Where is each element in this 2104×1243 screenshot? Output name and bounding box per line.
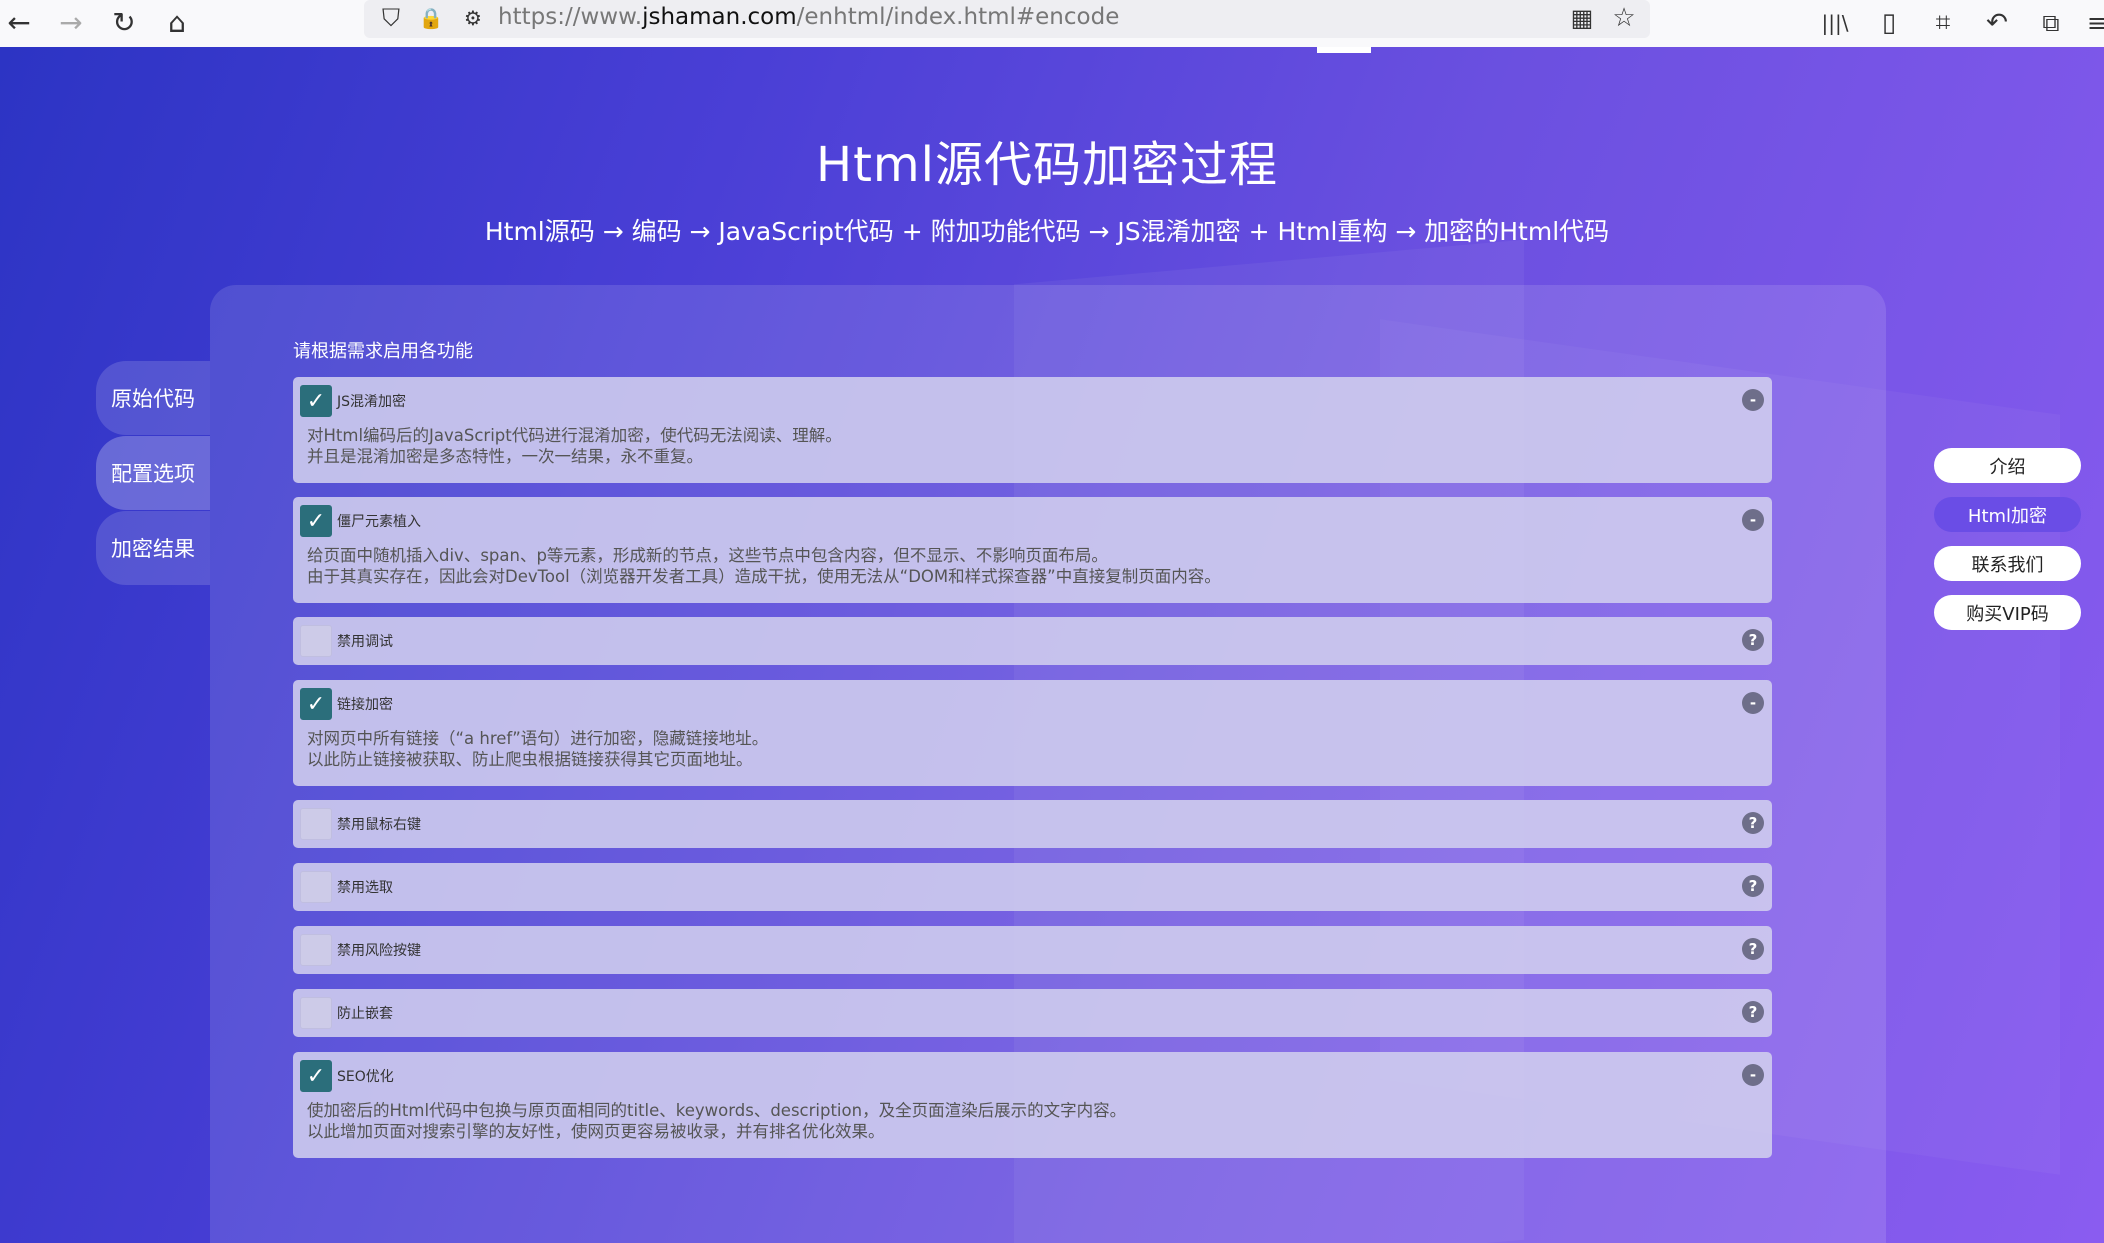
panel-label: 请根据需求启用各功能 [293,341,473,362]
option-name: 链接加密 [337,697,393,713]
bookmark-star-icon[interactable]: ☆ [1607,1,1641,35]
nav-contact[interactable]: 联系我们 [1934,546,2081,581]
option-disable-select: 禁用选取 ? [293,863,1772,911]
option-seo: ✓ SEO优化 使加密后的Html代码中包换与原页面相同的title、keywo… [293,1052,1772,1158]
lock-icon[interactable]: 🔒 [414,1,448,35]
browser-toolbar: ← → ↻ ⌂ ⛉ 🔒 ⚙ https://www.jshaman.com/en… [0,0,2104,48]
collapse-icon[interactable]: - [1742,509,1764,531]
home-icon[interactable]: ⌂ [160,6,194,40]
extensions-icon[interactable]: ⧉ [2034,6,2068,40]
check-icon: ✓ [306,508,326,534]
menu-icon[interactable]: ≡ [2080,6,2104,40]
library-icon[interactable]: |||\ [1818,6,1852,40]
option-name: SEO优化 [337,1069,394,1085]
page-subtitle: Html源码 → 编码 → JavaScript代码 + 附加功能代码 → JS… [484,217,1610,246]
undo-icon[interactable]: ↶ [1980,6,2014,40]
option-name: 禁用风险按键 [337,943,421,959]
option-disable-debug: 禁用调试 ? [293,617,1772,665]
check-icon: ✓ [306,691,326,717]
option-checkbox[interactable] [300,808,332,840]
nav-html-encrypt[interactable]: Html加密 [1934,497,2081,532]
page-title: Html源代码加密过程 [815,137,1278,193]
option-zombie-elements: ✓ 僵尸元素植入 给页面中随机插入div、span、p等元素，形成新的节点，这些… [293,497,1772,603]
option-name: 禁用选取 [337,880,393,896]
shield-icon[interactable]: ⛉ [374,1,408,35]
check-icon: ✓ [306,388,326,414]
option-description: 对网页中所有链接（“a href”语句）进行加密，隐藏链接地址。 以此防止链接被… [307,729,769,769]
tab-encrypt-result[interactable]: 加密结果 [96,511,210,585]
forward-icon[interactable]: → [54,6,88,40]
option-checkbox[interactable]: ✓ [300,385,332,417]
collapse-icon[interactable]: - [1742,389,1764,411]
option-js-obfuscation: ✓ JS混淆加密 对Html编码后的JavaScript代码进行混淆加密，使代码… [293,377,1772,483]
option-name: 禁用调试 [337,634,393,650]
sidebar-icon[interactable]: ▯ [1872,6,1906,40]
tab-config-options[interactable]: 配置选项 [96,436,210,510]
help-icon[interactable]: ? [1742,812,1764,834]
help-icon[interactable]: ? [1742,875,1764,897]
option-name: JS混淆加密 [337,394,407,410]
address-bar[interactable]: ⛉ 🔒 ⚙ https://www.jshaman.com/enhtml/ind… [364,0,1650,38]
option-checkbox[interactable]: ✓ [300,505,332,537]
back-icon[interactable]: ← [2,6,36,40]
top-indicator-line [1317,47,1371,53]
help-icon[interactable]: ? [1742,629,1764,651]
option-disable-risky-keys: 禁用风险按键 ? [293,926,1772,974]
option-name: 防止嵌套 [337,1006,393,1022]
option-checkbox[interactable] [300,997,332,1029]
permissions-icon[interactable]: ⚙ [456,1,490,35]
option-checkbox[interactable] [300,934,332,966]
option-description: 使加密后的Html代码中包换与原页面相同的title、keywords、desc… [307,1101,1127,1141]
option-link-encrypt: ✓ 链接加密 对网页中所有链接（“a href”语句）进行加密，隐藏链接地址。 … [293,680,1772,786]
check-icon: ✓ [306,1063,326,1089]
qr-code-icon[interactable]: ▦ [1565,1,1599,35]
collapse-icon[interactable]: - [1742,1064,1764,1086]
nav-buy-vip[interactable]: 购买VIP码 [1934,595,2081,630]
option-description: 给页面中随机插入div、span、p等元素，形成新的节点，这些节点中包含内容，但… [307,546,1221,586]
screenshot-crop-icon[interactable]: ⌗ [1926,6,1960,40]
page-body: Html源代码加密过程 Html源码 → 编码 → JavaScript代码 +… [0,47,2104,1243]
nav-intro[interactable]: 介绍 [1934,448,2081,483]
option-checkbox[interactable]: ✓ [300,1060,332,1092]
option-name: 禁用鼠标右键 [337,817,421,833]
option-checkbox[interactable]: ✓ [300,688,332,720]
reload-icon[interactable]: ↻ [107,6,141,40]
help-icon[interactable]: ? [1742,1001,1764,1023]
option-prevent-iframe: 防止嵌套 ? [293,989,1772,1037]
option-description: 对Html编码后的JavaScript代码进行混淆加密，使代码无法阅读、理解。 … [307,426,842,466]
option-disable-right-click: 禁用鼠标右键 ? [293,800,1772,848]
option-name: 僵尸元素植入 [337,514,421,530]
collapse-icon[interactable]: - [1742,692,1764,714]
url-text[interactable]: https://www.jshaman.com/enhtml/index.htm… [498,4,1119,30]
help-icon[interactable]: ? [1742,938,1764,960]
tab-original-code[interactable]: 原始代码 [96,361,210,435]
option-checkbox[interactable] [300,625,332,657]
option-checkbox[interactable] [300,871,332,903]
